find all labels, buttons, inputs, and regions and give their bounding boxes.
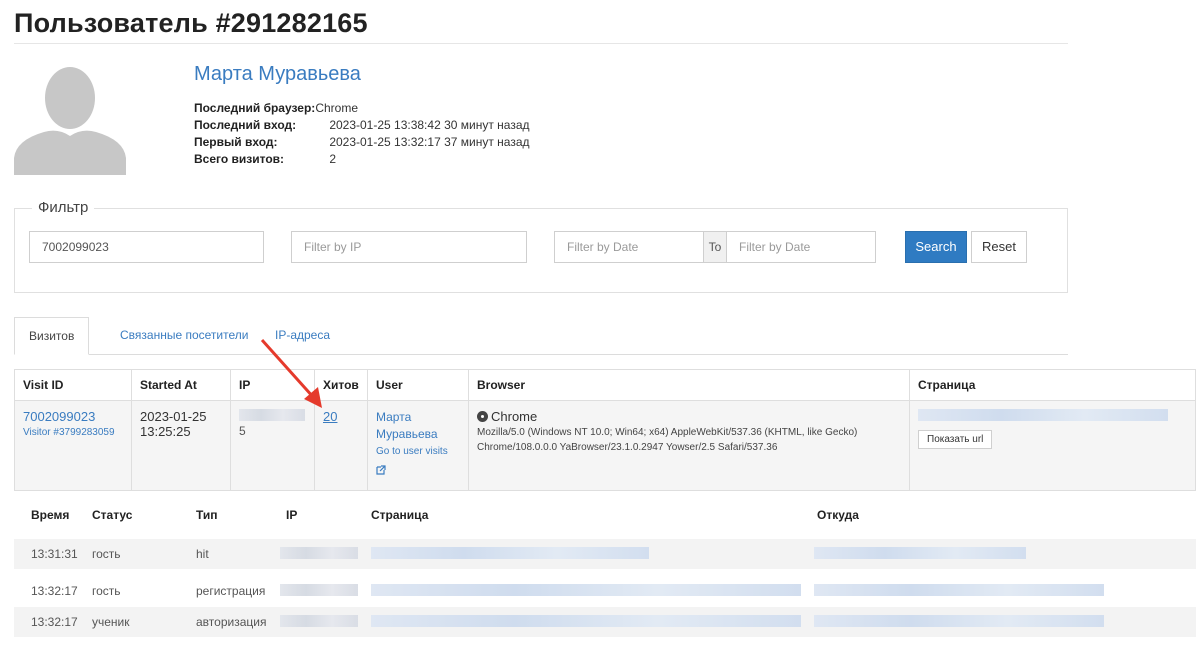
redacted-ip — [280, 547, 358, 559]
redacted-page — [371, 615, 801, 627]
redacted-referrer — [814, 584, 1104, 596]
user-agent-line-1: Mozilla/5.0 (Windows NT 10.0; Win64; x64… — [477, 427, 858, 438]
red-arrow-annotation — [260, 338, 322, 408]
column-header: Время — [31, 508, 70, 522]
redacted-page — [371, 547, 649, 559]
info-row-browser: Последний браузер: Chrome — [194, 100, 530, 117]
user-name-link[interactable]: Марта Муравьева — [194, 63, 361, 86]
hit-status: ученик — [92, 615, 130, 629]
hit-status: гость — [92, 584, 121, 598]
info-label: Первый вход: — [194, 135, 278, 149]
browser-name: Chrome — [491, 409, 538, 424]
started-date: 2023-01-25 — [140, 409, 207, 424]
column-header: Страница — [371, 508, 429, 522]
user-info: Последний браузер: Chrome Последний вход… — [194, 100, 530, 168]
ip-filter-input[interactable]: Filter by IP — [291, 231, 527, 263]
table-row: 7002099023 Visitor #3799283059 2023-01-2… — [14, 400, 1196, 491]
hit-type: авторизация — [196, 615, 267, 629]
info-row-first-login: Первый вход: 2023-01-25 13:32:17 37 мину… — [194, 134, 530, 151]
started-time: 13:25:25 — [140, 424, 191, 439]
table-row[interactable]: 13:31:31 гость hit — [14, 539, 1196, 569]
redacted-ip — [280, 615, 358, 627]
redacted-url — [918, 409, 1168, 421]
table-row[interactable]: 13:32:17 гость регистрация — [14, 576, 1196, 606]
visitor-link[interactable]: Visitor #3799283059 — [23, 424, 123, 442]
info-row-last-login: Последний вход: 2023-01-25 13:38:42 30 м… — [194, 117, 530, 134]
avatar-placeholder-icon — [14, 67, 126, 175]
started-at-cell: 2023-01-25 13:25:25 — [131, 400, 231, 491]
column-header: Статус — [92, 508, 133, 522]
column-header: Откуда — [817, 508, 859, 522]
info-label: Всего визитов: — [194, 152, 285, 166]
user-agent-line-2: Chrome/108.0.0.0 YaBrowser/23.1.0.2947 Y… — [477, 442, 778, 453]
hit-type: hit — [196, 547, 209, 561]
hit-type: регистрация — [196, 584, 266, 598]
go-to-user-visits-link[interactable]: Go to user visits — [376, 443, 460, 461]
visits-table: Visit ID Started At IP Хитов User Browse… — [14, 369, 1196, 491]
info-value: 2 — [329, 152, 336, 166]
hit-time: 13:31:31 — [31, 547, 78, 561]
user-cell: Марта Муравьева Go to user visits — [367, 400, 469, 491]
info-row-visits: Всего визитов: 2 — [194, 151, 530, 168]
reset-button[interactable]: Reset — [971, 231, 1027, 263]
ip-tail: 5 — [239, 424, 246, 438]
show-url-button[interactable]: Показать url — [918, 430, 993, 449]
redacted-ip — [280, 584, 358, 596]
column-header: Started At — [131, 369, 231, 401]
browser-cell: Chrome Mozilla/5.0 (Windows NT 10.0; Win… — [468, 400, 910, 491]
hit-time: 13:32:17 — [31, 584, 78, 598]
visit-id-link[interactable]: 7002099023 — [23, 409, 123, 424]
date-from-input[interactable]: Filter by Date — [554, 231, 704, 263]
redacted-referrer — [814, 547, 1026, 559]
visit-id-cell: 7002099023 Visitor #3799283059 — [14, 400, 132, 491]
page-title: Пользователь #291282165 — [14, 8, 368, 38]
hits-cell: 20 — [314, 400, 368, 491]
redacted-page — [371, 584, 801, 596]
info-label: Последний браузер: — [194, 101, 316, 115]
filter-legend: Фильтр — [32, 199, 95, 216]
column-header: IP — [286, 508, 298, 522]
table-row[interactable]: 13:32:17 ученик авторизация — [14, 607, 1196, 637]
user-link-last[interactable]: Муравьева — [376, 426, 460, 443]
visits-header-row: Visit ID Started At IP Хитов User Browse… — [14, 369, 1196, 401]
title-divider — [14, 43, 1068, 44]
browser-name-wrap: Chrome — [477, 409, 901, 424]
info-value: 2023-01-25 13:38:42 30 минут назад — [329, 118, 530, 132]
tab-related-visitors[interactable]: Связанные посетители — [106, 317, 262, 355]
hit-status: гость — [92, 547, 121, 561]
tab-visits[interactable]: Визитов — [14, 317, 90, 355]
column-header: Browser — [468, 369, 910, 401]
column-header: User — [367, 369, 469, 401]
page-cell: Показать url — [909, 400, 1196, 491]
visit-id-input[interactable]: 7002099023 — [29, 231, 264, 263]
search-button[interactable]: Search — [905, 231, 967, 263]
hit-time: 13:32:17 — [31, 615, 78, 629]
external-link-icon[interactable] — [376, 465, 386, 475]
redacted-referrer — [814, 615, 1104, 627]
info-value: 2023-01-25 13:32:17 37 минут назад — [329, 135, 530, 149]
column-header: Visit ID — [14, 369, 132, 401]
info-label: Последний вход: — [194, 118, 297, 132]
date-to-addon: To — [703, 231, 727, 263]
user-link-first[interactable]: Марта — [376, 409, 460, 426]
column-header: Страница — [909, 369, 1196, 401]
table-row-partial — [14, 642, 1196, 652]
chrome-icon — [477, 411, 488, 422]
ip-cell: 5 — [230, 400, 315, 491]
date-to-input[interactable]: Filter by Date — [726, 231, 876, 263]
column-header: Тип — [196, 508, 218, 522]
info-value: Chrome — [315, 101, 358, 115]
